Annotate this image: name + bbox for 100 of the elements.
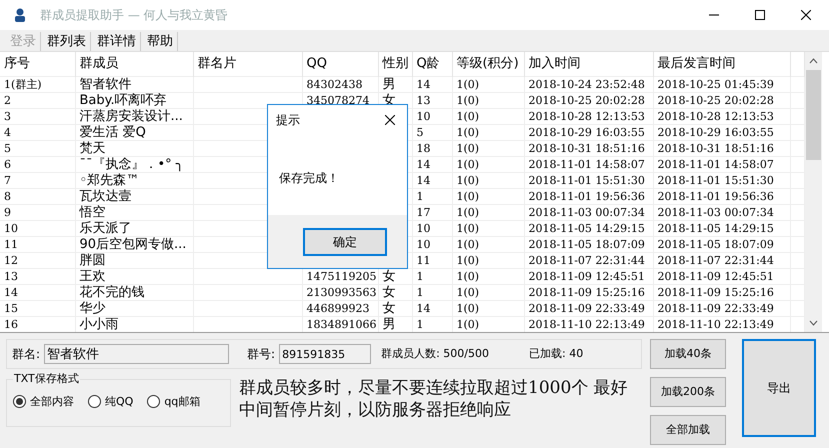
table-cell: Baby.吥离吥弃 <box>80 92 167 108</box>
table-cell: 9 <box>4 206 11 218</box>
column-header[interactable]: 性别 <box>378 52 412 76</box>
table-cell: 1 <box>416 270 424 282</box>
table-cell: 90后空包网专做... <box>80 236 186 252</box>
group-name-field[interactable]: 智者软件 <box>44 344 230 364</box>
table-cell: 女 <box>382 284 396 300</box>
window-title: 群成员提取助手 — 何人与我立黄昏 <box>40 7 228 24</box>
table-cell: 16 <box>4 318 18 331</box>
table-cell: 1(0) <box>456 126 480 138</box>
table-cell: 乐天派了 <box>80 220 132 236</box>
table-cell: 2018-11-07 22:31:44 <box>528 254 645 266</box>
column-header[interactable]: Q龄 <box>412 52 452 76</box>
table-cell: 小小雨 <box>80 316 118 332</box>
radio-label[interactable]: 纯QQ <box>105 394 134 410</box>
group-number-field[interactable]: 891591835 <box>279 344 372 364</box>
table-cell: 王欢 <box>80 268 106 284</box>
table-cell: 1(0) <box>456 206 480 218</box>
column-header[interactable]: QQ <box>302 52 378 76</box>
table-cell: 瓦坎达壹 <box>80 188 132 204</box>
table-cell: 女 <box>382 300 396 316</box>
table-cell: 10 <box>4 222 18 234</box>
table-cell: 11 <box>416 254 430 266</box>
scroll-up-icon[interactable] <box>809 58 818 64</box>
table-cell: 男 <box>382 76 396 92</box>
table-cell: 4 <box>4 126 11 138</box>
table-cell: 女 <box>382 268 396 284</box>
table-cell: 汗蒸房安装设计... <box>80 108 183 124</box>
radio-button[interactable] <box>147 395 160 408</box>
radio-button[interactable] <box>13 395 26 408</box>
table-cell: 2018-11-10 22:13:49 <box>658 318 774 331</box>
table-cell: 1(0) <box>456 286 480 298</box>
table-cell: 智者软件 <box>80 76 132 92</box>
table-cell: 2018-11-09 12:45:51 <box>528 270 645 282</box>
table-cell: 1(0) <box>456 238 480 250</box>
scroll-thumb[interactable] <box>806 70 821 160</box>
table-cell: 14 <box>416 158 430 170</box>
table-cell: ¯¯『执念』．•° ╮ <box>80 156 184 172</box>
table-cell: 2018-10-28 12:13:53 <box>658 110 774 122</box>
table-cell: 11 <box>4 238 18 250</box>
table-cell: 5 <box>416 126 424 138</box>
dialog-title: 提示 <box>276 112 300 129</box>
table-cell: 446899923 <box>306 302 370 314</box>
column-header[interactable]: 等级(积分) <box>452 52 524 76</box>
table-cell: 1475119205 <box>306 270 376 282</box>
menu-item[interactable]: 群列表 <box>43 32 91 51</box>
table-cell: 2018-11-09 12:45:51 <box>658 270 774 282</box>
table-cell: 10 <box>416 222 430 234</box>
scrollbar[interactable] <box>805 52 822 332</box>
txt-format-title: TXT保存格式 <box>13 371 80 387</box>
table-cell: 2018-11-01 14:58:07 <box>528 158 645 170</box>
table-cell: 1(0) <box>456 78 480 90</box>
column-header[interactable]: 群名片 <box>193 52 302 76</box>
app-icon <box>12 7 28 23</box>
table-cell: 2018-10-25 20:02:28 <box>528 94 645 106</box>
table-cell: 2018-11-07 22:31:44 <box>658 254 774 266</box>
group-number-label: 群号: <box>247 346 276 363</box>
close-icon[interactable] <box>385 115 395 125</box>
table-cell: 2018-11-01 19:56:36 <box>528 190 645 202</box>
table-cell: 2018-11-05 18:07:09 <box>528 238 645 250</box>
scroll-down-icon[interactable] <box>809 320 818 326</box>
table-cell: 2018-10-28 12:13:53 <box>528 110 645 122</box>
table-cell: 6 <box>4 158 11 170</box>
table-cell: 15 <box>4 302 18 314</box>
table-cell: 2018-11-09 15:25:16 <box>658 286 774 298</box>
table-cell: 2018-10-31 18:51:16 <box>528 142 645 154</box>
table-cell: 5 <box>4 142 11 154</box>
group-name-label: 群名: <box>12 346 40 363</box>
ok-button[interactable]: 确定 <box>303 228 387 256</box>
export-button[interactable]: 导出 <box>742 339 816 437</box>
radio-label[interactable]: qq邮箱 <box>164 394 200 410</box>
menu-item[interactable]: 帮助 <box>143 32 178 51</box>
load-button[interactable]: 加载40条 <box>650 339 726 369</box>
radio-button[interactable] <box>88 395 101 408</box>
table-cell: 1(0) <box>456 222 480 234</box>
table-cell: 1 <box>416 318 424 331</box>
column-header[interactable]: 最后发言时间 <box>653 52 790 76</box>
table-cell: 1834891066 <box>306 318 376 331</box>
table-cell: 84302438 <box>306 78 362 90</box>
table-cell: 1(0) <box>456 254 480 266</box>
table-cell: 14 <box>416 78 430 90</box>
table-cell: 梵天 <box>80 140 106 156</box>
table-cell: 2018-11-05 18:07:09 <box>658 238 774 250</box>
table-cell: 爱生活 爱Q <box>80 124 146 140</box>
column-header[interactable]: 加入时间 <box>524 52 653 76</box>
column-header[interactable]: 序号 <box>0 52 75 76</box>
radio-label[interactable]: 全部内容 <box>30 394 74 410</box>
table-cell: 2018-11-03 00:07:34 <box>658 206 774 218</box>
menu-item[interactable]: 群详情 <box>93 32 141 51</box>
load-button[interactable]: 全部加载 <box>650 415 726 445</box>
column-header[interactable]: 群成员 <box>75 52 193 76</box>
table-cell: 2018-11-05 14:29:15 <box>528 222 645 234</box>
table-cell: 14 <box>4 286 18 298</box>
loaded-count: 已加载: 40 <box>529 346 584 362</box>
table-cell: 悟空 <box>80 204 106 220</box>
table-cell: 13 <box>416 94 430 106</box>
load-button[interactable]: 加载200条 <box>650 377 726 407</box>
table-cell: 18 <box>416 142 430 154</box>
table-cell: 1(群主) <box>4 78 42 90</box>
table-cell: 1(0) <box>456 190 480 202</box>
